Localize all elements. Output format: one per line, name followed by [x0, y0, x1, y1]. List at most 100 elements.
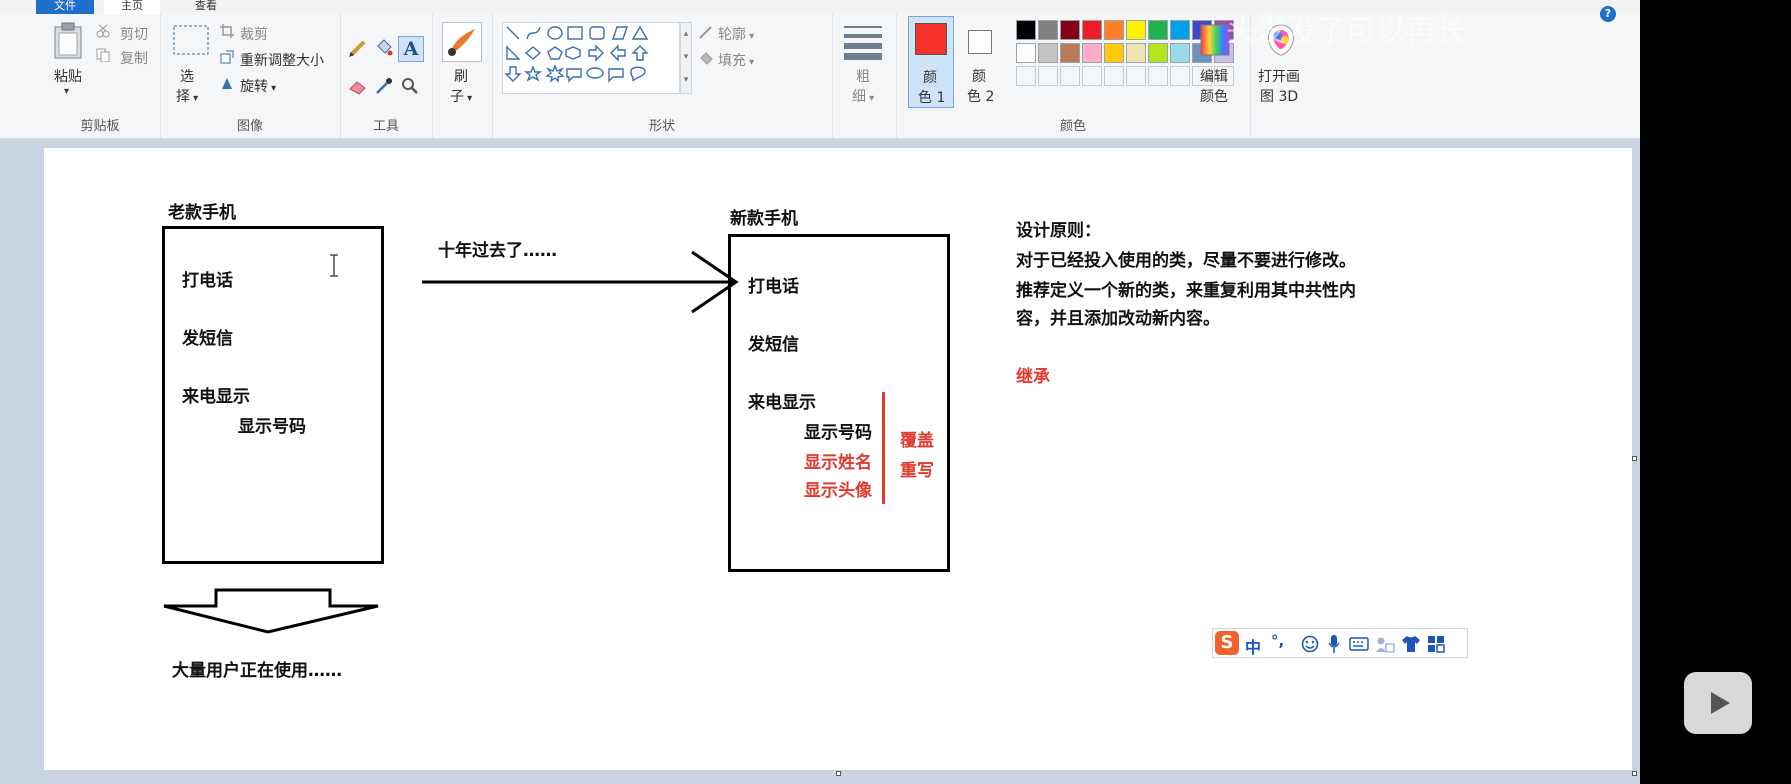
cut-button[interactable]: 剪切 — [120, 24, 148, 44]
custom-color-slot[interactable] — [1126, 66, 1146, 86]
pencil-icon[interactable] — [348, 38, 368, 58]
select-button-label: 择 — [176, 89, 190, 105]
emoji-icon[interactable] — [1301, 635, 1319, 653]
user-card-icon[interactable] — [1375, 635, 1395, 653]
custom-color-slot[interactable] — [1104, 66, 1124, 86]
principle-line: 对于已经投入使用的类，尽量不要进行修改。 — [1016, 251, 1356, 271]
palette-color-swatch[interactable] — [1126, 20, 1146, 40]
skin-shirt-icon[interactable] — [1401, 635, 1421, 653]
color1-button[interactable]: 颜 色 1 — [908, 16, 954, 108]
paste-dropdown-icon[interactable]: ▾ — [64, 86, 69, 97]
rotate-button[interactable]: 旋转 ▾ — [240, 76, 276, 96]
palette-color-swatch[interactable] — [1016, 43, 1036, 63]
old-phone-subitem: 显示号码 — [238, 417, 306, 437]
palette-color-swatch[interactable] — [1170, 43, 1190, 63]
size-button-line2[interactable]: 细 ▾ — [852, 86, 874, 106]
outline-label: 轮廓 — [718, 27, 746, 43]
bilibili-play-button[interactable] — [1684, 672, 1752, 734]
eraser-icon[interactable] — [348, 76, 368, 96]
palette-color-swatch[interactable] — [1060, 43, 1080, 63]
palette-color-swatch[interactable] — [1104, 43, 1124, 63]
custom-color-slot[interactable] — [1016, 66, 1036, 86]
tab-home[interactable]: 主页 — [104, 0, 160, 14]
magnifier-icon[interactable] — [400, 76, 420, 96]
ime-punctuation-toggle[interactable]: °, — [1271, 632, 1284, 650]
palette-color-swatch[interactable] — [1038, 43, 1058, 63]
palette-color-swatch[interactable] — [1060, 20, 1080, 40]
palette-color-swatch[interactable] — [1082, 20, 1102, 40]
ime-mode-toggle[interactable]: 中 — [1245, 634, 1261, 658]
crop-button[interactable]: 裁剪 — [240, 24, 268, 44]
brushes-label: 子 — [450, 89, 464, 105]
custom-color-slot[interactable] — [1148, 66, 1168, 86]
shapes-gallery[interactable] — [502, 22, 680, 94]
palette-color-swatch[interactable] — [1038, 20, 1058, 40]
select-button-line2[interactable]: 择 ▾ — [176, 86, 198, 106]
new-phone-subitem: 显示号码 — [804, 423, 872, 443]
size-icon[interactable] — [844, 24, 882, 60]
outline-dropdown-icon[interactable]: ▾ — [746, 31, 754, 42]
size-button-line1[interactable]: 粗 — [856, 66, 870, 86]
brushes-button-line1[interactable]: 刷 — [454, 66, 468, 86]
size-dropdown-icon[interactable]: ▾ — [866, 93, 874, 104]
fill-dropdown-icon[interactable]: ▾ — [746, 57, 754, 68]
drawing-canvas[interactable]: 老款手机 打电话 发短信 来电显示 显示号码 十年过去了…… 大量用户正在使用…… — [44, 148, 1632, 770]
brushes-button-line2[interactable]: 子 ▾ — [450, 86, 472, 106]
canvas-resize-handle-corner[interactable] — [1632, 771, 1637, 776]
fill-icon — [700, 52, 713, 65]
new-phone-item: 打电话 — [748, 277, 799, 297]
microphone-icon[interactable] — [1327, 634, 1341, 654]
palette-color-swatch[interactable] — [1082, 43, 1102, 63]
right-arrow-icon — [422, 250, 739, 314]
resize-button[interactable]: 重新调整大小 — [240, 50, 324, 70]
paint3d-line1[interactable]: 打开画 — [1258, 66, 1300, 86]
palette-color-swatch[interactable] — [1104, 20, 1124, 40]
old-phone-title: 老款手机 — [168, 203, 236, 223]
select-icon[interactable] — [172, 24, 210, 56]
custom-color-slot[interactable] — [1060, 66, 1080, 86]
group-label-colors: 颜色 — [1059, 119, 1086, 134]
palette-color-swatch[interactable] — [1170, 20, 1190, 40]
shapes-icon — [504, 25, 649, 83]
down-arrow-icon — [163, 588, 379, 634]
tab-file[interactable]: 文件 — [36, 0, 94, 14]
palette-color-swatch[interactable] — [1148, 43, 1168, 63]
brushes-dropdown-icon[interactable]: ▾ — [464, 93, 472, 104]
tab-view[interactable]: 查看 — [182, 0, 230, 14]
ime-toolbar: S 中 °, — [1212, 628, 1468, 658]
group-tools: A 工具 — [340, 14, 433, 138]
paint3d-line2[interactable]: 图 3D — [1260, 86, 1298, 106]
group-label-tools: 工具 — [372, 119, 399, 134]
paste-icon[interactable] — [52, 22, 84, 60]
brush-icon[interactable] — [442, 22, 482, 62]
color2-button[interactable]: 颜 色 2 — [960, 16, 1006, 108]
canvas-resize-handle-bottom[interactable] — [836, 771, 841, 776]
toolbox-grid-icon[interactable] — [1427, 635, 1445, 653]
palette-color-swatch[interactable] — [1016, 20, 1036, 40]
custom-color-slot[interactable] — [1170, 66, 1190, 86]
custom-color-slot[interactable] — [1082, 66, 1102, 86]
select-dropdown-icon[interactable]: ▾ — [190, 93, 198, 104]
keyboard-icon[interactable] — [1349, 637, 1369, 651]
fill-bucket-icon[interactable] — [374, 38, 394, 58]
canvas-resize-handle-right[interactable] — [1632, 456, 1637, 461]
shapes-scroll[interactable]: ▴ ▾ ▾ — [680, 22, 692, 94]
outline-button[interactable]: 轮廓 ▾ — [718, 24, 754, 44]
text-tool-icon[interactable]: A — [398, 36, 424, 62]
color-picker-icon[interactable] — [374, 76, 394, 96]
color2-label-line1: 颜 — [972, 69, 986, 85]
edit-colors-line1[interactable]: 编辑 — [1200, 66, 1228, 86]
select-button-line1[interactable]: 选 — [180, 66, 194, 86]
custom-color-slot[interactable] — [1038, 66, 1058, 86]
sogou-logo-icon[interactable]: S — [1215, 631, 1239, 655]
copy-button[interactable]: 复制 — [120, 48, 148, 68]
help-icon[interactable]: ? — [1600, 6, 1616, 22]
fill-button[interactable]: 填充 ▾ — [718, 50, 754, 70]
edit-colors-line2[interactable]: 颜色 — [1200, 86, 1228, 106]
group-image: 选 择 ▾ 裁剪 重新调整大小 旋转 ▾ 图像 — [160, 14, 341, 138]
paste-button[interactable]: 粘贴 — [54, 66, 82, 86]
rotate-dropdown-icon[interactable]: ▾ — [268, 83, 276, 94]
palette-color-swatch[interactable] — [1148, 20, 1168, 40]
group-clipboard: 粘贴 ▾ 剪切 复制 剪贴板 — [40, 14, 161, 138]
palette-color-swatch[interactable] — [1126, 43, 1146, 63]
